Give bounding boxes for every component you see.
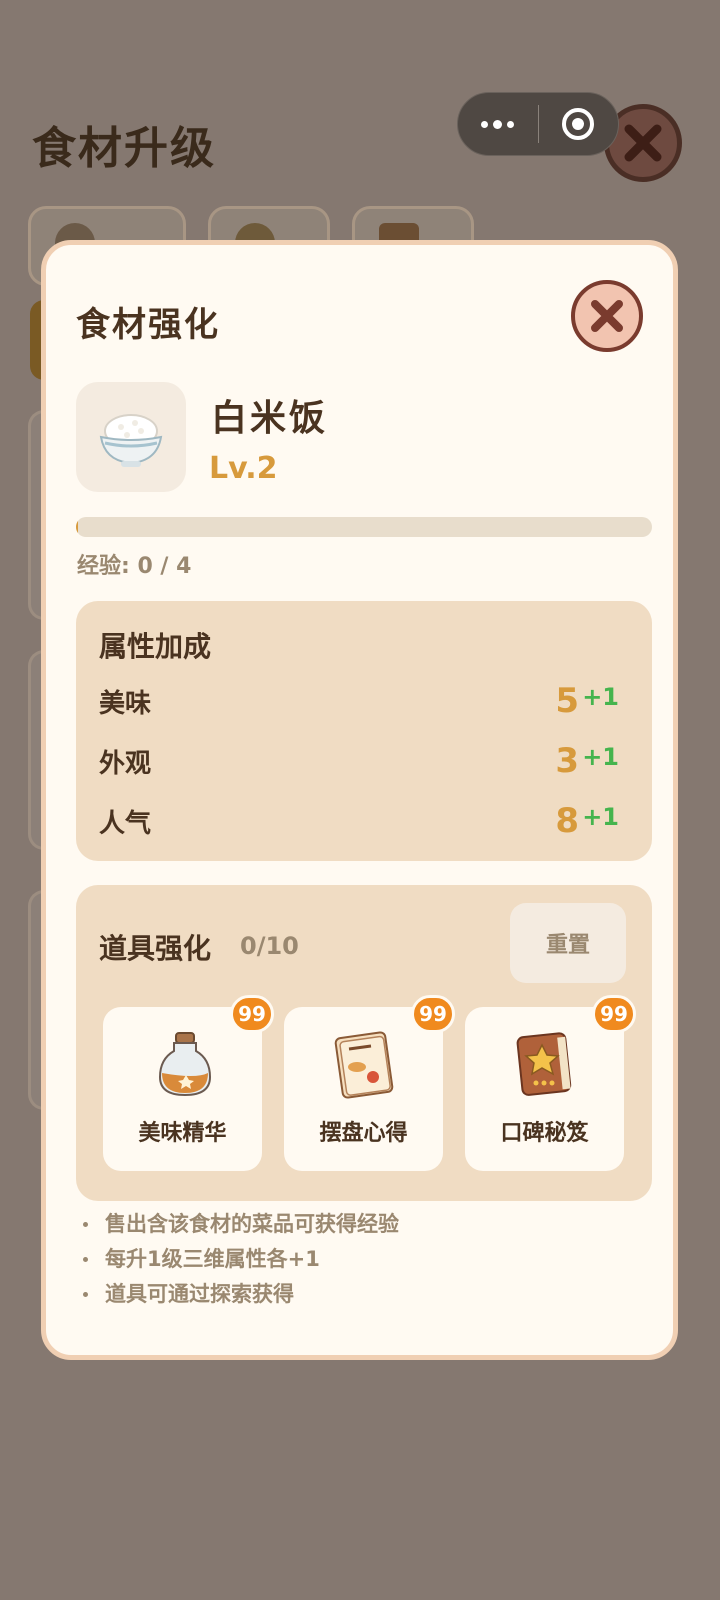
food-name: 白米饭 <box>211 398 329 439</box>
attribute-row: 美味 5 +1 <box>99 681 619 723</box>
close-button[interactable] <box>571 280 643 352</box>
exp-progress-bar <box>76 517 652 537</box>
food-icon-box <box>76 382 186 492</box>
tips-list: 售出含该食材的菜品可获得经验 每升1级三维属性各+1 道具可通过探索获得 <box>81 1207 641 1312</box>
exit-mini-program-button[interactable] <box>539 93 619 155</box>
more-dots-icon <box>481 119 515 129</box>
tool-card-flavor-essence[interactable]: 99 美味精华 <box>103 995 274 1171</box>
menu-book-icon <box>334 1031 394 1099</box>
attribute-row: 人气 8 +1 <box>99 801 619 843</box>
attribute-name: 人气 <box>99 809 152 839</box>
attribute-name: 外观 <box>99 749 152 779</box>
target-icon <box>562 108 595 140</box>
tip-item: 售出含该食材的菜品可获得经验 <box>81 1207 641 1242</box>
attribute-title: 属性加成 <box>99 630 212 663</box>
tool-title: 道具强化 <box>99 932 212 965</box>
tool-card-reputation-guide[interactable]: 99 口碑秘笈 <box>465 995 636 1171</box>
page-title: 食材升级 <box>32 123 216 174</box>
upgrade-modal: 食材强化 白米饭 Lv.2 经验: 0 / 4 属性加成 美味 5 +1 外观 … <box>41 240 678 1360</box>
tool-panel: 道具强化 0/10 重置 99 美味精华 99 摆盘心得 99 口碑秘笈 <box>76 885 652 1201</box>
attribute-bonus: +1 <box>582 803 619 831</box>
exp-progress-fill <box>76 517 78 537</box>
exp-text: 经验: 0 / 4 <box>77 554 192 579</box>
attribute-value: 5 <box>555 681 579 721</box>
modal-title: 食材强化 <box>76 305 220 345</box>
attribute-row: 外观 3 +1 <box>99 741 619 783</box>
attribute-value: 3 <box>555 741 579 781</box>
tool-label: 美味精华 <box>138 1121 227 1146</box>
tip-item: 道具可通过探索获得 <box>81 1277 641 1312</box>
potion-bottle-icon <box>158 1032 212 1097</box>
tool-count-badge: 99 <box>592 995 636 1033</box>
tool-card-plating-notes[interactable]: 99 摆盘心得 <box>284 995 455 1171</box>
attribute-panel: 属性加成 美味 5 +1 外观 3 +1 人气 8 +1 <box>76 601 652 861</box>
attribute-name: 美味 <box>99 689 152 719</box>
tool-count-badge: 99 <box>230 995 274 1033</box>
tool-label: 摆盘心得 <box>319 1121 408 1146</box>
mini-program-capsule[interactable] <box>457 92 619 156</box>
tool-count-badge: 99 <box>411 995 455 1033</box>
more-menu-button[interactable] <box>458 93 538 155</box>
reset-button[interactable]: 重置 <box>510 903 626 983</box>
tool-count: 0/10 <box>240 932 299 960</box>
tool-label: 口碑秘笈 <box>500 1121 589 1146</box>
close-icon <box>591 300 623 332</box>
attribute-value: 8 <box>555 801 579 841</box>
rice-bowl-icon <box>99 414 163 467</box>
star-book-icon <box>516 1032 572 1096</box>
attribute-bonus: +1 <box>582 683 619 711</box>
tip-item: 每升1级三维属性各+1 <box>81 1242 641 1277</box>
food-level: Lv.2 <box>209 451 278 486</box>
attribute-bonus: +1 <box>582 743 619 771</box>
